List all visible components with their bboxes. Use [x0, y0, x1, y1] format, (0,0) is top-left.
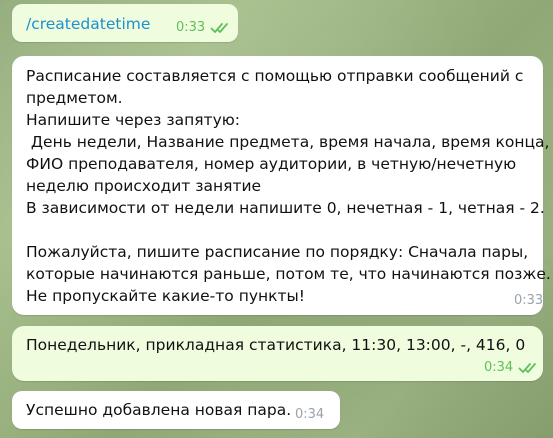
message-meta: 0:33: [514, 290, 543, 312]
message-line: Расписание составляется с помощью отправ…: [26, 67, 524, 85]
double-check-icon: [518, 363, 537, 373]
message-text: Успешно добавлена новая пара.: [26, 401, 292, 419]
message-bubble-confirmation[interactable]: Успешно добавлена новая пара. 0:34: [12, 391, 340, 429]
message-line: неделю происходит занятие: [26, 177, 262, 195]
message-line: предметом.: [26, 89, 123, 107]
message-line: Пожалуйста, пишите расписание по порядку…: [26, 243, 529, 261]
message-line: В зависимости от недели напишите 0, нече…: [26, 199, 545, 217]
message-time: 0:34: [484, 360, 514, 375]
message-meta: 0:33: [176, 17, 232, 39]
message-time: 0:34: [295, 407, 325, 422]
message-time: 0:33: [176, 20, 206, 35]
message-text: Расписание составляется с помощью отправ…: [26, 65, 551, 307]
message-bubble-instructions[interactable]: Расписание составляется с помощью отправ…: [12, 56, 551, 315]
message-meta: 0:34: [295, 404, 324, 426]
message-line: [26, 219, 536, 241]
message-line: Напишите через запятую:: [26, 111, 241, 129]
message-line: ФИО преподавателя, номер аудитории, в че…: [26, 155, 517, 173]
message-bubble-schedule-entry[interactable]: Понедельник, прикладная статистика, 11:3…: [12, 326, 543, 381]
message-line: День недели, Название предмета, время на…: [26, 133, 550, 151]
message-line: Не пропускайте какие-то пункты!: [26, 287, 305, 305]
message-meta: 0:34: [484, 357, 540, 379]
command-link[interactable]: /createdatetime: [26, 13, 150, 35]
message-bubble-command[interactable]: /createdatetime 0:33: [12, 4, 238, 42]
message-time: 0:33: [514, 293, 544, 308]
double-check-icon: [210, 23, 229, 33]
message-line: которые начинаются раньше, потом те, что…: [26, 265, 551, 283]
message-text: Понедельник, прикладная статистика, 11:3…: [26, 336, 526, 354]
